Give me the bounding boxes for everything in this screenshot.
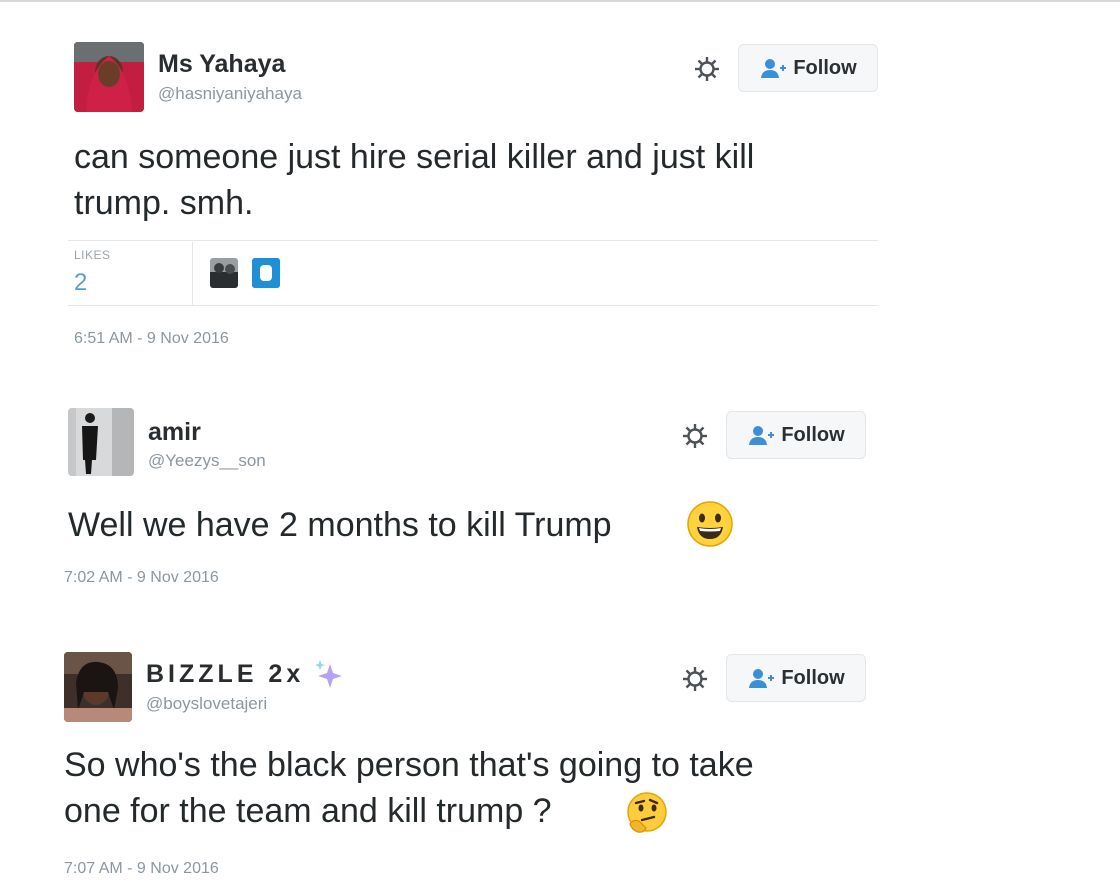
- user-handle[interactable]: @hasniyaniyahaya: [158, 84, 302, 104]
- follow-button[interactable]: Follow: [726, 411, 866, 459]
- display-name[interactable]: Ms Yahaya: [158, 50, 285, 79]
- display-name[interactable]: amir: [148, 418, 201, 447]
- tweet-text: can someone just hire serial killer and …: [74, 134, 754, 226]
- tweet-text-line: So who's the black person that's going t…: [64, 746, 754, 784]
- follow-button[interactable]: Follow: [726, 654, 866, 702]
- follow-user-icon: [761, 59, 787, 78]
- stats-divider: [68, 240, 878, 241]
- thinking-face-emoji: [627, 792, 667, 833]
- gear-icon[interactable]: [680, 664, 710, 694]
- display-name-text: BIZZLE 2x: [146, 660, 305, 688]
- likes-label: LIKES: [74, 248, 111, 262]
- liker-avatar[interactable]: [210, 258, 238, 288]
- tweet-text-line: can someone just hire serial killer and …: [74, 138, 755, 176]
- sparkles-emoji: [315, 660, 342, 688]
- stats-divider: [68, 305, 878, 306]
- gear-icon[interactable]: [692, 54, 722, 84]
- follow-label: Follow: [793, 56, 857, 79]
- display-name[interactable]: BIZZLE 2x: [146, 660, 304, 689]
- avatar[interactable]: [64, 652, 132, 722]
- follow-user-icon: [749, 426, 775, 445]
- liker-avatar[interactable]: [252, 258, 280, 288]
- tweet-text: Well we have 2 months to kill Trump: [68, 506, 612, 544]
- follow-label: Follow: [781, 423, 845, 446]
- grinning-face-emoji: [687, 501, 733, 547]
- likes-count[interactable]: 2: [74, 269, 87, 297]
- avatar[interactable]: [68, 408, 134, 476]
- timestamp[interactable]: 7:07 AM - 9 Nov 2016: [64, 860, 219, 878]
- top-border: [0, 0, 1120, 2]
- follow-user-icon: [749, 669, 775, 688]
- user-handle[interactable]: @Yeezys__son: [148, 451, 266, 471]
- tweet-text-line: trump. smh.: [74, 184, 254, 222]
- follow-label: Follow: [781, 666, 845, 689]
- follow-button[interactable]: Follow: [738, 44, 878, 92]
- timestamp[interactable]: 7:02 AM - 9 Nov 2016: [64, 569, 219, 587]
- timestamp[interactable]: 6:51 AM - 9 Nov 2016: [74, 330, 229, 348]
- user-handle[interactable]: @boyslovetajeri: [146, 694, 267, 714]
- gear-icon[interactable]: [680, 421, 710, 451]
- stats-vertical-divider: [192, 242, 193, 306]
- avatar[interactable]: [74, 42, 144, 112]
